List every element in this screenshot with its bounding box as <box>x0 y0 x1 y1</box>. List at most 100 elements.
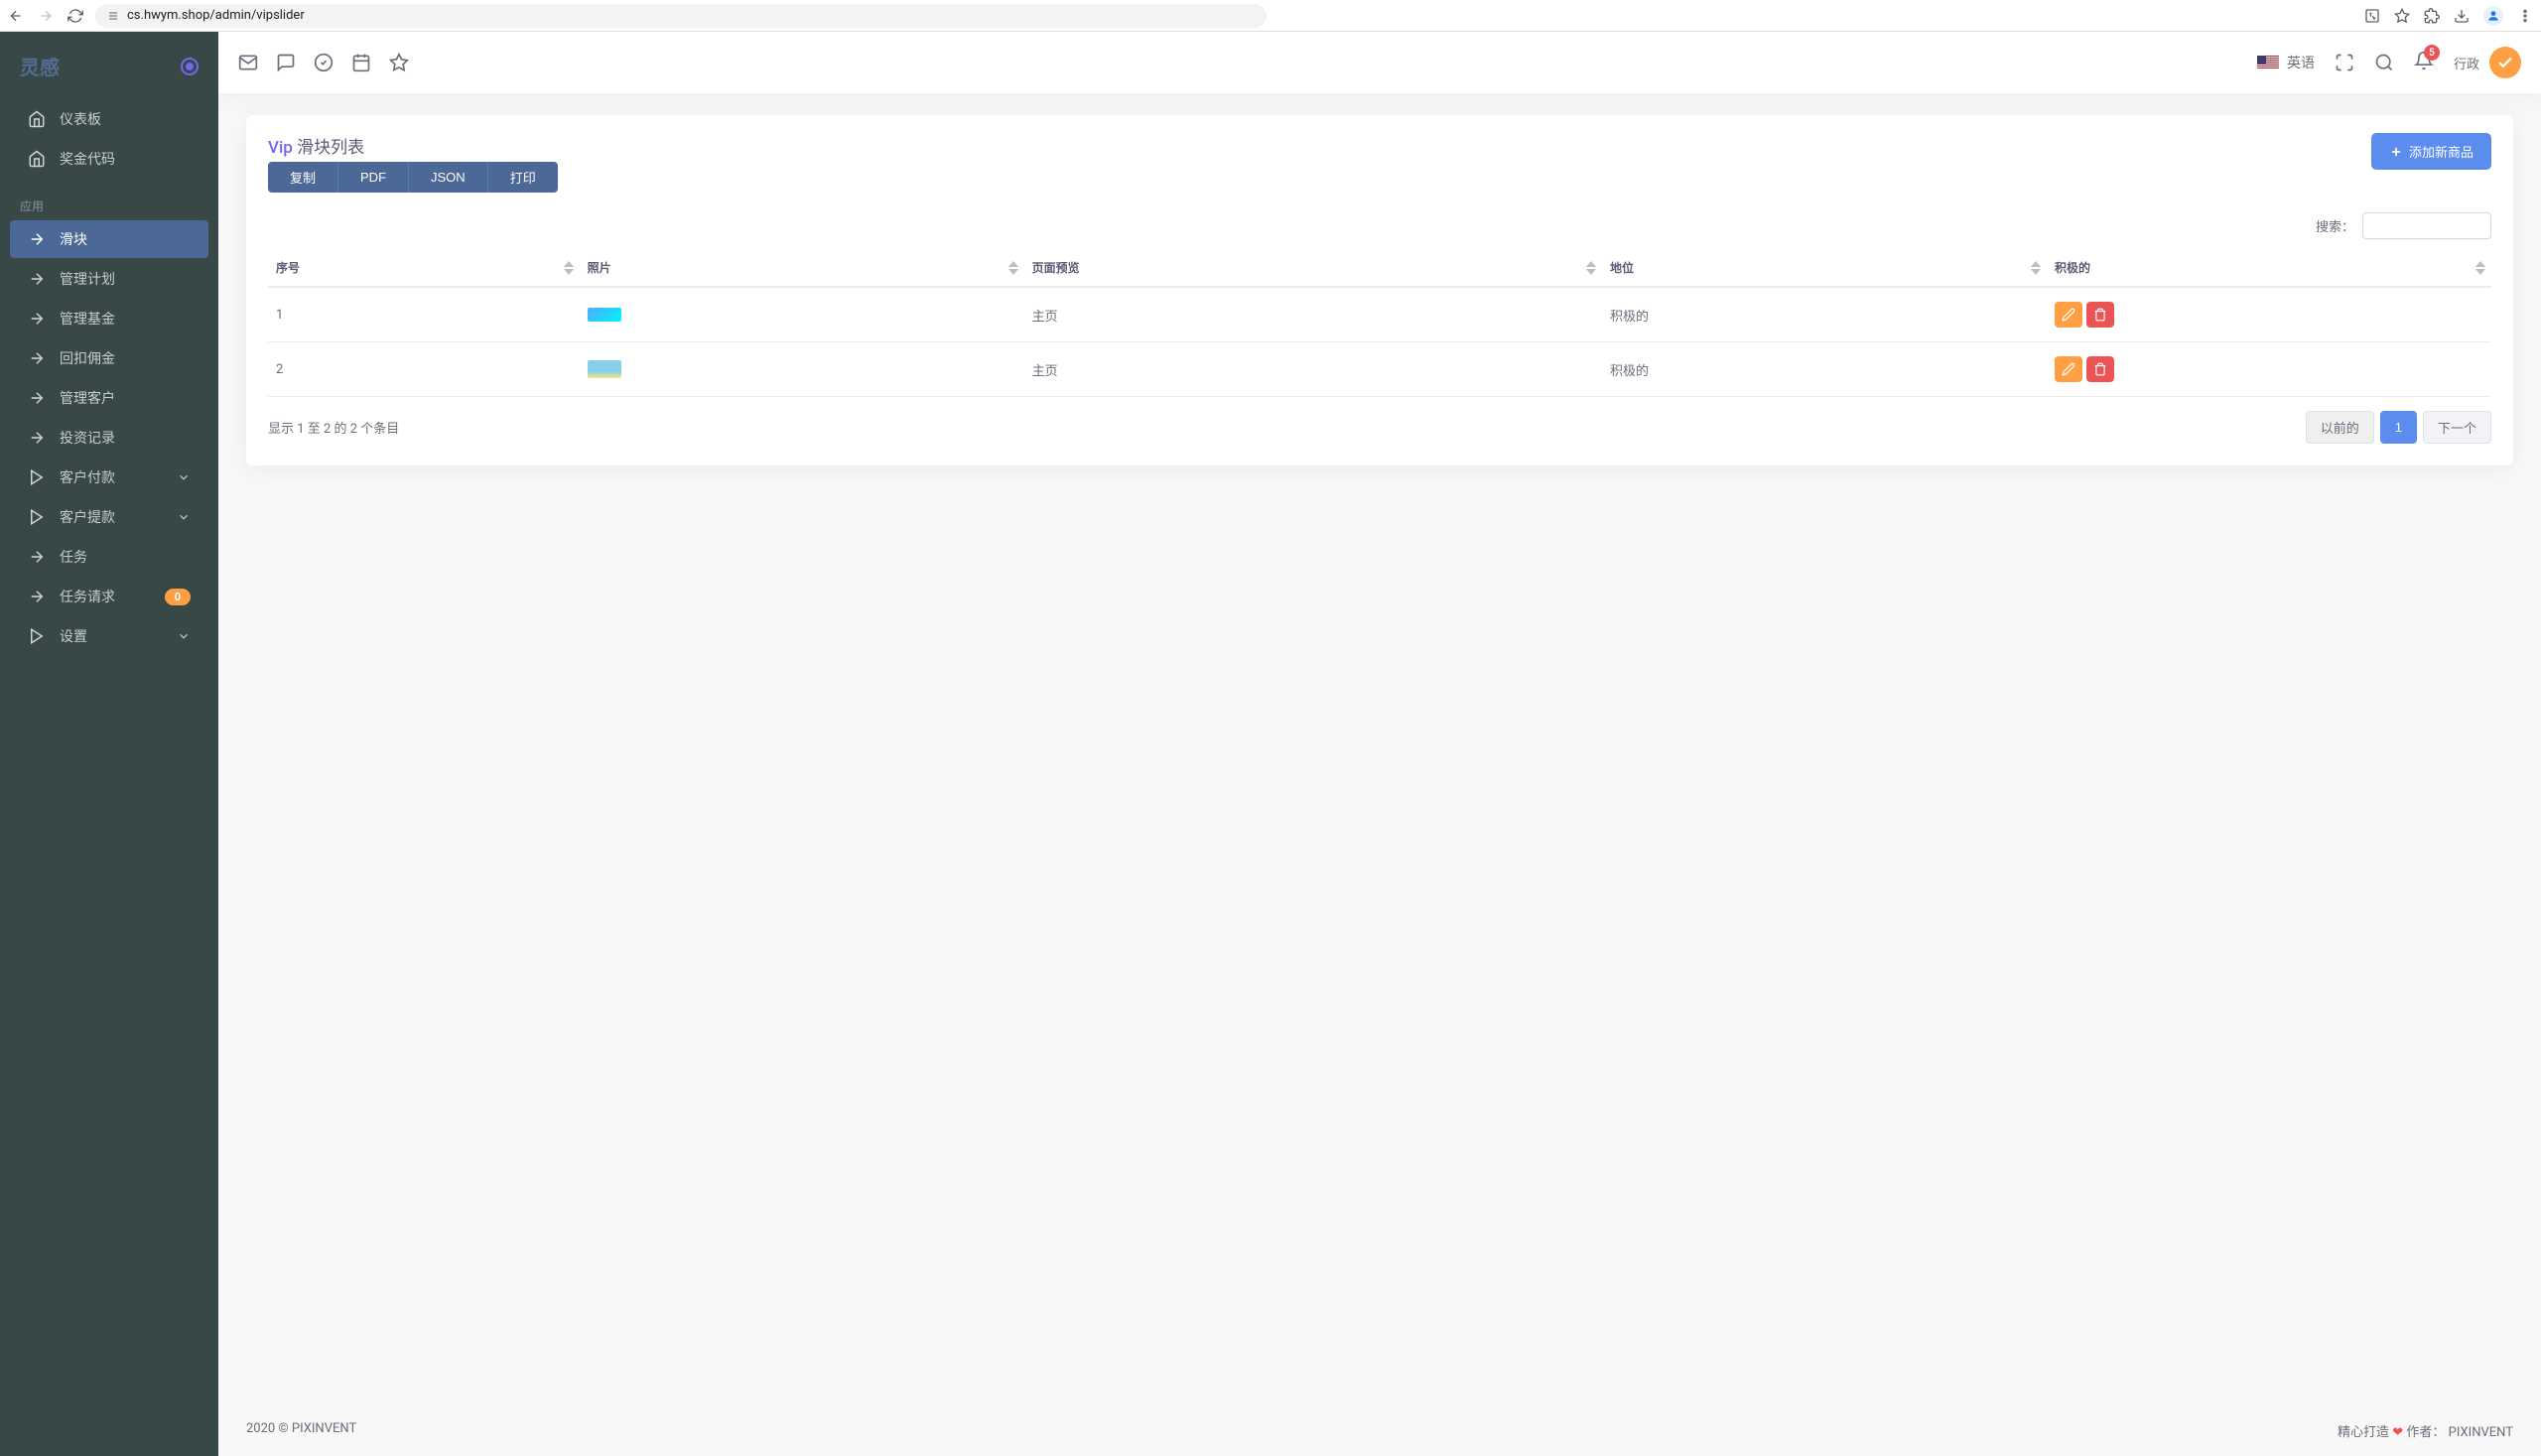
sidebar-item-label: 客户付款 <box>60 467 115 487</box>
sidebar-item-customer-withdraw[interactable]: 客户提款 <box>10 498 208 536</box>
address-bar[interactable]: cs.hwym.shop/admin/vipslider <box>95 4 1267 28</box>
chat-icon[interactable] <box>276 53 296 72</box>
home-icon <box>28 150 46 168</box>
back-icon[interactable] <box>8 8 24 24</box>
sidebar-item-rebate[interactable]: 回扣佣金 <box>10 339 208 377</box>
sidebar-item-label: 设置 <box>60 626 87 646</box>
table-info: 显示 1 至 2 的 2 个条目 <box>268 418 399 437</box>
menu-icon[interactable] <box>2517 8 2533 24</box>
extensions-icon[interactable] <box>2424 8 2440 24</box>
sidebar-item-bonus-code[interactable]: 奖金代码 <box>10 140 208 178</box>
sidebar-item-label: 滑块 <box>60 229 87 249</box>
sidebar-item-label: 奖金代码 <box>60 149 115 169</box>
mail-icon[interactable] <box>238 53 258 72</box>
sidebar-item-label: 仪表板 <box>60 109 101 129</box>
footer-credit: 精心打造 ❤ 作者： PIXINVENT <box>2338 1421 2513 1440</box>
sidebar-item-label: 管理客户 <box>60 388 115 408</box>
cell-photo <box>580 287 1024 342</box>
column-header-preview[interactable]: 页面预览 <box>1024 249 1602 287</box>
plus-icon <box>2389 145 2403 159</box>
sidebar-item-label: 投资记录 <box>60 428 115 448</box>
search-icon[interactable] <box>2374 53 2394 72</box>
cell-actions <box>2047 342 2491 397</box>
calendar-icon[interactable] <box>351 53 371 72</box>
column-header-photo[interactable]: 照片 <box>580 249 1024 287</box>
home-icon <box>28 110 46 128</box>
cell-photo <box>580 342 1024 397</box>
chevron-down-icon <box>177 629 191 643</box>
profile-icon[interactable] <box>2483 6 2503 26</box>
sidebar-item-customer-payment[interactable]: 客户付款 <box>10 459 208 496</box>
pagination-page-1[interactable]: 1 <box>2380 411 2417 444</box>
language-selector[interactable]: 英语 <box>2257 53 2315 72</box>
arrow-right-icon <box>28 349 46 367</box>
cell-index: 1 <box>268 287 580 342</box>
arrow-right-icon <box>28 310 46 328</box>
search-input[interactable] <box>2362 212 2491 239</box>
task-request-badge: 0 <box>165 589 191 605</box>
footer-copyright: 2020 © PIXINVENT <box>246 1421 356 1440</box>
sidebar-item-settings[interactable]: 设置 <box>10 617 208 655</box>
sidebar-item-dashboard[interactable]: 仪表板 <box>10 100 208 138</box>
pagination: 以前的 1 下一个 <box>2306 411 2491 444</box>
user-menu[interactable]: 行政 <box>2454 47 2521 78</box>
star-icon[interactable] <box>389 53 409 72</box>
arrow-right-icon <box>28 548 46 566</box>
sidebar-item-invest-record[interactable]: 投资记录 <box>10 419 208 457</box>
edit-icon <box>2062 362 2075 376</box>
translate-icon[interactable] <box>2364 8 2380 24</box>
print-button[interactable]: 打印 <box>488 162 558 193</box>
sidebar-item-manage-customer[interactable]: 管理客户 <box>10 379 208 417</box>
sidebar-collapse-icon[interactable] <box>181 58 199 75</box>
notifications-badge: 5 <box>2424 45 2440 61</box>
url-text: cs.hwym.shop/admin/vipslider <box>127 8 305 23</box>
download-icon[interactable] <box>2454 8 2470 24</box>
cell-preview: 主页 <box>1024 287 1602 342</box>
play-icon <box>28 468 46 486</box>
play-icon <box>28 627 46 645</box>
sidebar-item-task[interactable]: 任务 <box>10 538 208 576</box>
delete-button[interactable] <box>2086 356 2114 382</box>
column-header-status[interactable]: 地位 <box>1602 249 2047 287</box>
cell-preview: 主页 <box>1024 342 1602 397</box>
check-circle-icon[interactable] <box>314 53 334 72</box>
column-header-active[interactable]: 积极的 <box>2047 249 2491 287</box>
trash-icon <box>2093 362 2107 376</box>
forward-icon[interactable] <box>38 8 54 24</box>
export-button-group: 复制 PDF JSON 打印 <box>268 162 558 193</box>
sidebar: 灵感 仪表板 奖金代码 应用 滑块 管理计划 管理基金 <box>0 32 218 1456</box>
page-title: Vip 滑块列表 <box>268 133 558 158</box>
add-new-button[interactable]: 添加新商品 <box>2371 133 2491 170</box>
cell-actions <box>2047 287 2491 342</box>
arrow-right-icon <box>28 230 46 248</box>
sidebar-item-manage-fund[interactable]: 管理基金 <box>10 300 208 337</box>
cell-status: 积极的 <box>1602 342 2047 397</box>
delete-button[interactable] <box>2086 302 2114 328</box>
sidebar-item-label: 回扣佣金 <box>60 348 115 368</box>
copy-button[interactable]: 复制 <box>268 162 338 193</box>
pagination-next[interactable]: 下一个 <box>2423 411 2491 444</box>
json-button[interactable]: JSON <box>409 162 488 193</box>
sidebar-item-label: 管理计划 <box>60 269 115 289</box>
site-settings-icon <box>107 10 119 22</box>
arrow-right-icon <box>28 588 46 605</box>
chevron-down-icon <box>177 470 191 484</box>
sidebar-item-task-request[interactable]: 任务请求 0 <box>10 578 208 615</box>
edit-button[interactable] <box>2055 302 2082 328</box>
data-table: 序号 照片 页面预览 地位 积极的 1 主页 积极的 <box>268 249 2491 397</box>
cell-status: 积极的 <box>1602 287 2047 342</box>
maximize-icon[interactable] <box>2335 53 2354 72</box>
pdf-button[interactable]: PDF <box>338 162 409 193</box>
thumbnail-image <box>588 360 621 378</box>
sidebar-item-slider[interactable]: 滑块 <box>10 220 208 258</box>
edit-button[interactable] <box>2055 356 2082 382</box>
sidebar-item-label: 任务请求 <box>60 587 115 606</box>
table-row: 1 主页 积极的 <box>268 287 2491 342</box>
sidebar-item-manage-plan[interactable]: 管理计划 <box>10 260 208 298</box>
reload-icon[interactable] <box>67 8 83 24</box>
pagination-prev[interactable]: 以前的 <box>2306 411 2374 444</box>
column-header-index[interactable]: 序号 <box>268 249 580 287</box>
browser-chrome: cs.hwym.shop/admin/vipslider <box>0 0 2541 32</box>
notifications-button[interactable]: 5 <box>2414 51 2434 74</box>
star-icon[interactable] <box>2394 8 2410 24</box>
